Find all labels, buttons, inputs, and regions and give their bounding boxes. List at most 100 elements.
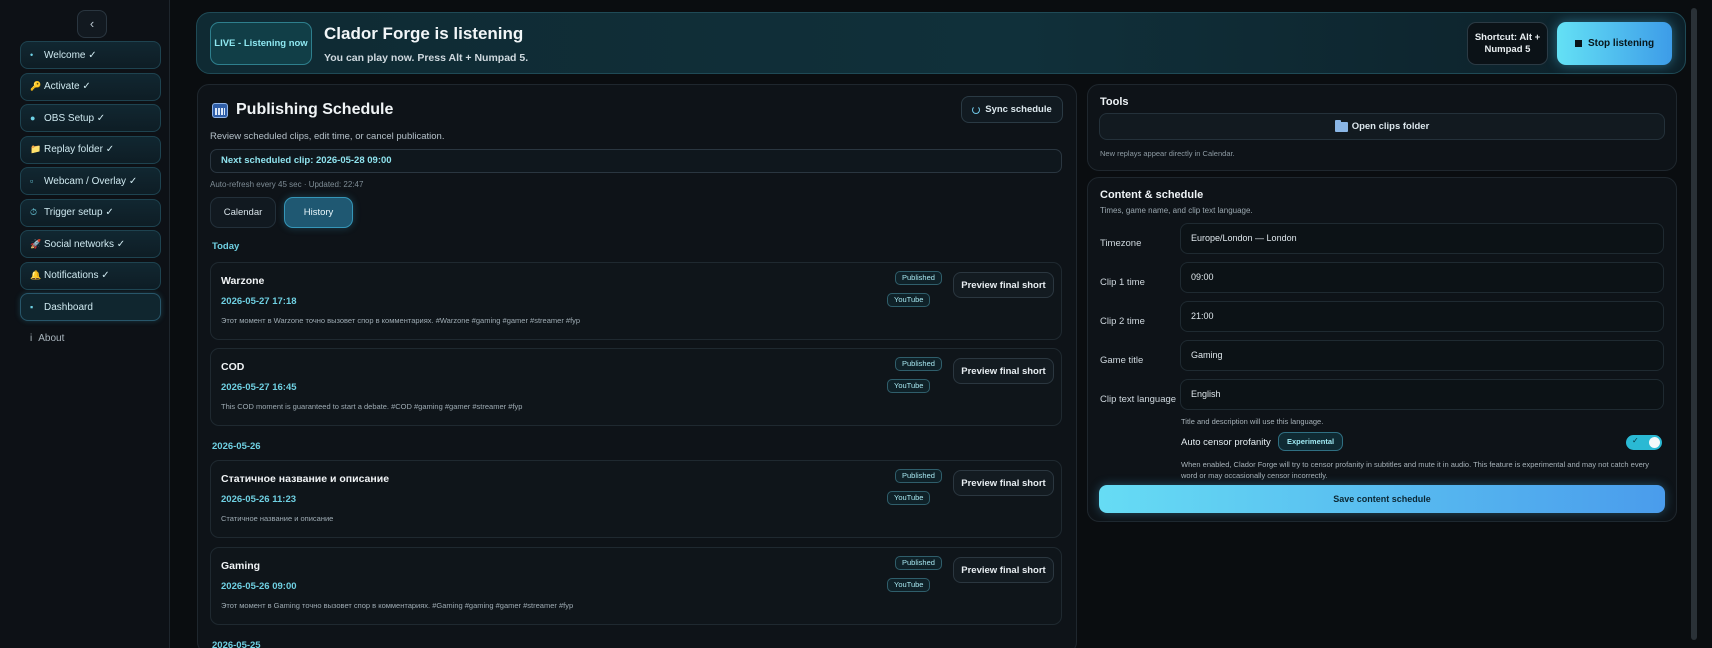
published-badge: Published <box>895 357 942 371</box>
shortcut-line: Numpad 5 <box>1484 43 1531 55</box>
clip-description: Этот момент в Gaming точно вызовет спор … <box>221 601 574 610</box>
clip-title: Статичное название и описание <box>221 473 390 485</box>
sidebar-item-notifications[interactable]: 🔔 Notifications ✓ <box>20 261 161 290</box>
sidebar: ‹ • Welcome ✓ 🔑 Activate ✓ ● OBS Setup ✓ 📁 R… <box>0 0 170 648</box>
sidebar-item-trigger-setup[interactable]: ⏱ Trigger setup ✓ <box>20 198 161 227</box>
clip2-time-label: Clip 2 time <box>1100 316 1145 327</box>
sidebar-item-welcome[interactable]: • Welcome ✓ <box>20 41 161 69</box>
clip-card: Статичное название и описание 2026-05-26… <box>210 460 1062 538</box>
content-subtitle: Times, game name, and clip text language… <box>1100 206 1253 215</box>
open-clips-folder-label: Open clips folder <box>1351 121 1430 132</box>
clip-datetime: 2026-05-27 16:45 <box>221 382 297 393</box>
auto-censor-label: Auto censor profanity <box>1181 437 1271 448</box>
date-group-heading: 2026-05-25 <box>212 640 261 648</box>
clip-description: This COD moment is guaranteed to start a… <box>221 402 523 411</box>
preview-final-short-button[interactable]: Preview final short <box>953 557 1054 583</box>
clip-language-select[interactable]: English <box>1180 379 1664 410</box>
content-schedule-panel: Content & schedule Times, game name, and… <box>1087 177 1677 522</box>
publishing-schedule-panel: Publishing Schedule Sync schedule Review… <box>197 84 1077 648</box>
dot-icon: • <box>30 50 34 60</box>
preview-final-short-button[interactable]: Preview final short <box>953 358 1054 384</box>
banner-subtitle: You can play now. Press Alt + Numpad 5. <box>324 52 529 64</box>
sync-schedule-button[interactable]: Sync schedule <box>961 96 1063 123</box>
stop-listening-button[interactable]: Stop listening <box>1557 22 1672 65</box>
sidebar-item-label: OBS Setup ✓ <box>44 112 106 124</box>
clip1-time-label: Clip 1 time <box>1100 277 1145 288</box>
published-badge: Published <box>895 271 942 285</box>
toggle-knob <box>1649 437 1660 448</box>
clip-title: COD <box>221 361 245 373</box>
scrollbar-track[interactable] <box>1684 0 1712 648</box>
sidebar-item-label: About <box>38 333 65 344</box>
clip-description: Статичное название и описание <box>221 514 334 523</box>
bell-icon: 🔔 <box>30 270 42 280</box>
platform-badge: YouTube <box>887 379 931 393</box>
tools-note: New replays appear directly in Calendar. <box>1100 149 1235 158</box>
sidebar-nav: • Welcome ✓ 🔑 Activate ✓ ● OBS Setup ✓ 📁 Rep… <box>20 41 161 325</box>
platform-badge: YouTube <box>887 578 931 592</box>
key-icon: 🔑 <box>30 81 42 91</box>
clip1-time-input[interactable]: 09:00 <box>1180 262 1664 293</box>
clip-card: Warzone 2026-05-27 17:18 Этот момент в W… <box>210 262 1062 340</box>
shortcut-line: Shortcut: Alt + <box>1474 31 1541 43</box>
rocket-icon: 🚀 <box>30 238 42 249</box>
sidebar-item-social-networks[interactable]: 🚀 Social networks ✓ <box>20 230 161 258</box>
published-badge: Published <box>895 469 942 483</box>
sidebar-item-label: Activate ✓ <box>44 81 91 92</box>
shortcut-hint: Shortcut: Alt + Numpad 5 <box>1467 22 1548 65</box>
platform-badge: YouTube <box>887 491 931 505</box>
folder-icon: 📁 <box>30 144 42 154</box>
open-clips-folder-button[interactable]: Open clips folder <box>1099 113 1665 140</box>
clip-card: Gaming 2026-05-26 09:00 Этот момент в Ga… <box>210 547 1062 625</box>
live-status-badge: LIVE - Listening now <box>210 22 312 65</box>
clip-title: Gaming <box>221 560 261 572</box>
clip-datetime: 2026-05-27 17:18 <box>221 296 297 307</box>
sidebar-item-label: Replay folder ✓ <box>44 144 115 155</box>
timezone-select[interactable]: Europe/London — London <box>1180 223 1664 254</box>
page-title-text: Publishing Schedule <box>236 101 394 118</box>
scrollbar-thumb[interactable] <box>1691 8 1697 640</box>
chevron-left-icon: ‹ <box>89 16 95 31</box>
preview-final-short-button[interactable]: Preview final short <box>953 470 1054 496</box>
clip2-time-input[interactable]: 21:00 <box>1180 301 1664 332</box>
info-icon: i <box>30 333 33 344</box>
sidebar-item-about[interactable]: i About <box>30 333 64 344</box>
sidebar-item-label: Dashboard <box>44 301 93 313</box>
webcam-icon: ▫ <box>30 176 34 186</box>
refresh-status: Auto-refresh every 45 sec · Updated: 22:… <box>210 180 364 189</box>
game-title-input[interactable]: Gaming <box>1180 340 1664 371</box>
refresh-icon <box>972 105 981 114</box>
tab-calendar[interactable]: Calendar <box>210 197 276 228</box>
collapse-sidebar-button[interactable]: ‹ <box>77 10 107 38</box>
game-title-label: Game title <box>1100 355 1144 366</box>
check-icon: ✓ <box>1632 436 1639 445</box>
platform-badge: YouTube <box>887 293 931 307</box>
clip-language-label: Clip text language <box>1100 394 1177 405</box>
sidebar-item-webcam-overlay[interactable]: ▫ Webcam / Overlay ✓ <box>20 167 161 195</box>
page-description: Review scheduled clips, edit time, or ca… <box>210 131 445 142</box>
sidebar-item-label: Trigger setup ✓ <box>44 207 114 218</box>
auto-censor-toggle[interactable]: ✓ <box>1626 435 1662 450</box>
published-badge: Published <box>895 556 942 570</box>
censor-note: When enabled, Clador Forge will try to c… <box>1181 460 1650 480</box>
listening-banner: LIVE - Listening now Clador Forge is lis… <box>196 12 1686 74</box>
save-content-schedule-button[interactable]: Save content schedule <box>1099 485 1665 513</box>
sidebar-item-replay-folder[interactable]: 📁 Replay folder ✓ <box>20 135 161 164</box>
banner-title: Clador Forge is listening <box>324 24 524 43</box>
tab-history[interactable]: History <box>284 197 353 228</box>
sidebar-item-activate[interactable]: 🔑 Activate ✓ <box>20 72 161 101</box>
folder-icon <box>1334 119 1348 132</box>
sidebar-item-label: Webcam / Overlay ✓ <box>44 175 138 187</box>
experimental-badge: Experimental <box>1278 432 1344 451</box>
sidebar-item-obs-setup[interactable]: ● OBS Setup ✓ <box>20 104 161 132</box>
calendar-icon <box>212 102 228 118</box>
timer-icon: ⏱ <box>30 207 38 217</box>
language-note: Title and description will use this lang… <box>1181 417 1324 426</box>
tools-panel: Tools Open clips folder New replays appe… <box>1087 84 1677 171</box>
date-group-heading: 2026-05-26 <box>212 441 261 452</box>
sidebar-item-dashboard[interactable]: ▪ Dashboard <box>20 293 161 321</box>
sidebar-item-label: Social networks ✓ <box>44 238 126 250</box>
preview-final-short-button[interactable]: Preview final short <box>953 272 1054 298</box>
dashboard-icon: ▪ <box>30 302 34 312</box>
stop-listening-label: Stop listening <box>1587 38 1655 49</box>
